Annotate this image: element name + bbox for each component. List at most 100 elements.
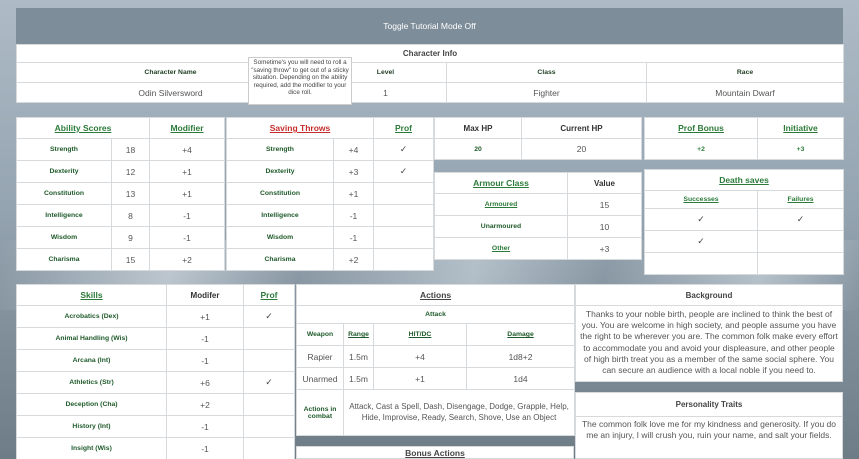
- saving-throw-modifier[interactable]: +2: [333, 248, 374, 271]
- skill-modifier[interactable]: +2: [166, 393, 244, 416]
- saving-throw-prof-check[interactable]: [373, 226, 434, 249]
- death-save-row: ✓: [644, 230, 844, 253]
- saving-throw-prof-check[interactable]: [373, 248, 434, 271]
- skill-prof-check[interactable]: [243, 349, 295, 372]
- weapon-name[interactable]: Rapier: [296, 345, 344, 368]
- ability-score[interactable]: 15: [111, 248, 150, 271]
- successes-header: Successes: [644, 190, 758, 209]
- weapon-name[interactable]: Unarmed: [296, 367, 344, 390]
- death-save-success-check[interactable]: [644, 252, 758, 275]
- weapon-hit[interactable]: +1: [373, 367, 467, 390]
- prof-initiative-table: Prof Bonus Initiative +2 +3: [644, 117, 844, 160]
- personality-section: Personality Traits The common folk love …: [575, 392, 843, 459]
- initiative-value[interactable]: +3: [757, 138, 844, 160]
- saving-throw-modifier[interactable]: +3: [333, 160, 374, 183]
- skill-prof-check[interactable]: ✓: [243, 305, 295, 328]
- saving-throw-row: Dexterity +3 ✓: [226, 160, 434, 183]
- death-save-failure-check[interactable]: [757, 252, 844, 275]
- weapon-range[interactable]: 1.5m: [343, 345, 374, 368]
- ability-score[interactable]: 13: [111, 182, 150, 205]
- range-header: Range: [343, 323, 374, 346]
- death-save-success-check[interactable]: ✓: [644, 208, 758, 231]
- death-save-failure-check[interactable]: [757, 230, 844, 253]
- skill-prof-header: Prof: [243, 284, 295, 306]
- skill-prof-check[interactable]: [243, 393, 295, 416]
- actions-table: Actions Attack Weapon Range HIT/DC Damag…: [295, 284, 576, 436]
- saving-throw-modifier[interactable]: +4: [333, 138, 374, 161]
- ability-modifier[interactable]: +1: [149, 182, 225, 205]
- ability-score[interactable]: 18: [111, 138, 150, 161]
- saving-throw-tooltip: Sometime's you will need to roll a "savi…: [248, 57, 352, 105]
- attack-subheader: Attack: [295, 305, 576, 324]
- character-info-title: Character Info: [15, 44, 845, 63]
- bonus-actions-section: Bonus Actions: [296, 446, 574, 459]
- ability-modifier[interactable]: +4: [149, 138, 225, 161]
- armour-value[interactable]: 10: [567, 215, 642, 238]
- armour-name: Armoured: [434, 193, 568, 216]
- max-hp-value[interactable]: 20: [434, 138, 522, 160]
- skill-row: Deception (Cha) +2: [16, 393, 295, 416]
- death-save-row: ✓ ✓: [644, 208, 844, 231]
- race-header: Race: [645, 62, 845, 83]
- skill-modifier[interactable]: +6: [166, 371, 244, 394]
- personality-title: Personality Traits: [576, 393, 842, 417]
- armour-value[interactable]: 15: [567, 193, 642, 216]
- ability-modifier[interactable]: +1: [149, 160, 225, 183]
- prof-bonus-header: Prof Bonus: [644, 117, 758, 139]
- saving-throw-modifier[interactable]: +1: [333, 182, 374, 205]
- skill-row: Animal Handling (Wis) -1: [16, 327, 295, 350]
- current-hp-header: Current HP: [521, 117, 642, 139]
- skill-modifier[interactable]: -1: [166, 437, 244, 459]
- toggle-tutorial-button[interactable]: Toggle Tutorial Mode Off: [16, 8, 843, 44]
- skill-prof-check[interactable]: ✓: [243, 371, 295, 394]
- weapon-damage[interactable]: 1d4: [465, 367, 576, 390]
- class-value[interactable]: Fighter: [446, 82, 647, 103]
- saving-throw-modifier[interactable]: -1: [333, 204, 374, 227]
- saving-throw-prof-check[interactable]: ✓: [373, 138, 434, 161]
- saving-throw-prof-check[interactable]: [373, 204, 434, 227]
- death-save-success-check[interactable]: ✓: [644, 230, 758, 253]
- skill-prof-check[interactable]: [243, 327, 295, 350]
- race-value[interactable]: Mountain Dwarf: [645, 82, 845, 103]
- skill-name: Deception (Cha): [16, 393, 167, 416]
- armour-name: Unarmoured: [434, 215, 568, 238]
- ability-score[interactable]: 9: [111, 226, 150, 249]
- armour-name: Other: [434, 237, 568, 260]
- skill-modifier[interactable]: -1: [166, 327, 244, 350]
- saving-throw-prof-check[interactable]: [373, 182, 434, 205]
- weapon-header: Weapon: [296, 323, 344, 346]
- prof-header: Prof: [373, 117, 434, 139]
- armour-value[interactable]: +3: [567, 237, 642, 260]
- death-save-failure-check[interactable]: ✓: [757, 208, 844, 231]
- prof-bonus-value[interactable]: +2: [644, 138, 758, 160]
- hit-dc-header: HIT/DC: [373, 323, 467, 346]
- hp-table: Max HP Current HP 20 20: [434, 117, 642, 160]
- ability-score[interactable]: 8: [111, 204, 150, 227]
- saving-throw-row: Constitution +1: [226, 182, 434, 205]
- ability-modifier[interactable]: +2: [149, 248, 225, 271]
- modifier-header: Modifier: [149, 117, 225, 139]
- saving-throw-prof-check[interactable]: ✓: [373, 160, 434, 183]
- skill-prof-check[interactable]: [243, 415, 295, 438]
- ability-score[interactable]: 12: [111, 160, 150, 183]
- skills-table: Skills Modifer Prof Acrobatics (Dex) +1 ✓ Ani…: [16, 284, 295, 459]
- ability-modifier[interactable]: -1: [149, 204, 225, 227]
- armour-class-table: Armour Class Value Armoured 15 Unarmoured 10…: [434, 172, 642, 260]
- ability-row: Strength 18 +4: [16, 138, 225, 161]
- skill-modifier[interactable]: -1: [166, 349, 244, 372]
- current-hp-value[interactable]: 20: [521, 138, 642, 160]
- skill-row: Insight (Wis) -1: [16, 437, 295, 459]
- ability-modifier[interactable]: -1: [149, 226, 225, 249]
- skill-modifier[interactable]: -1: [166, 415, 244, 438]
- saving-throw-row: Intelligence -1: [226, 204, 434, 227]
- ability-name: Wisdom: [16, 226, 112, 249]
- saving-throw-row: Wisdom -1: [226, 226, 434, 249]
- weapon-hit[interactable]: +4: [373, 345, 467, 368]
- weapon-range[interactable]: 1.5m: [343, 367, 374, 390]
- weapon-damage[interactable]: 1d8+2: [465, 345, 576, 368]
- damage-header: Damage: [465, 323, 576, 346]
- skill-modifier[interactable]: +1: [166, 305, 244, 328]
- skill-prof-check[interactable]: [243, 437, 295, 459]
- actions-header: Actions: [295, 284, 576, 306]
- saving-throw-modifier[interactable]: -1: [333, 226, 374, 249]
